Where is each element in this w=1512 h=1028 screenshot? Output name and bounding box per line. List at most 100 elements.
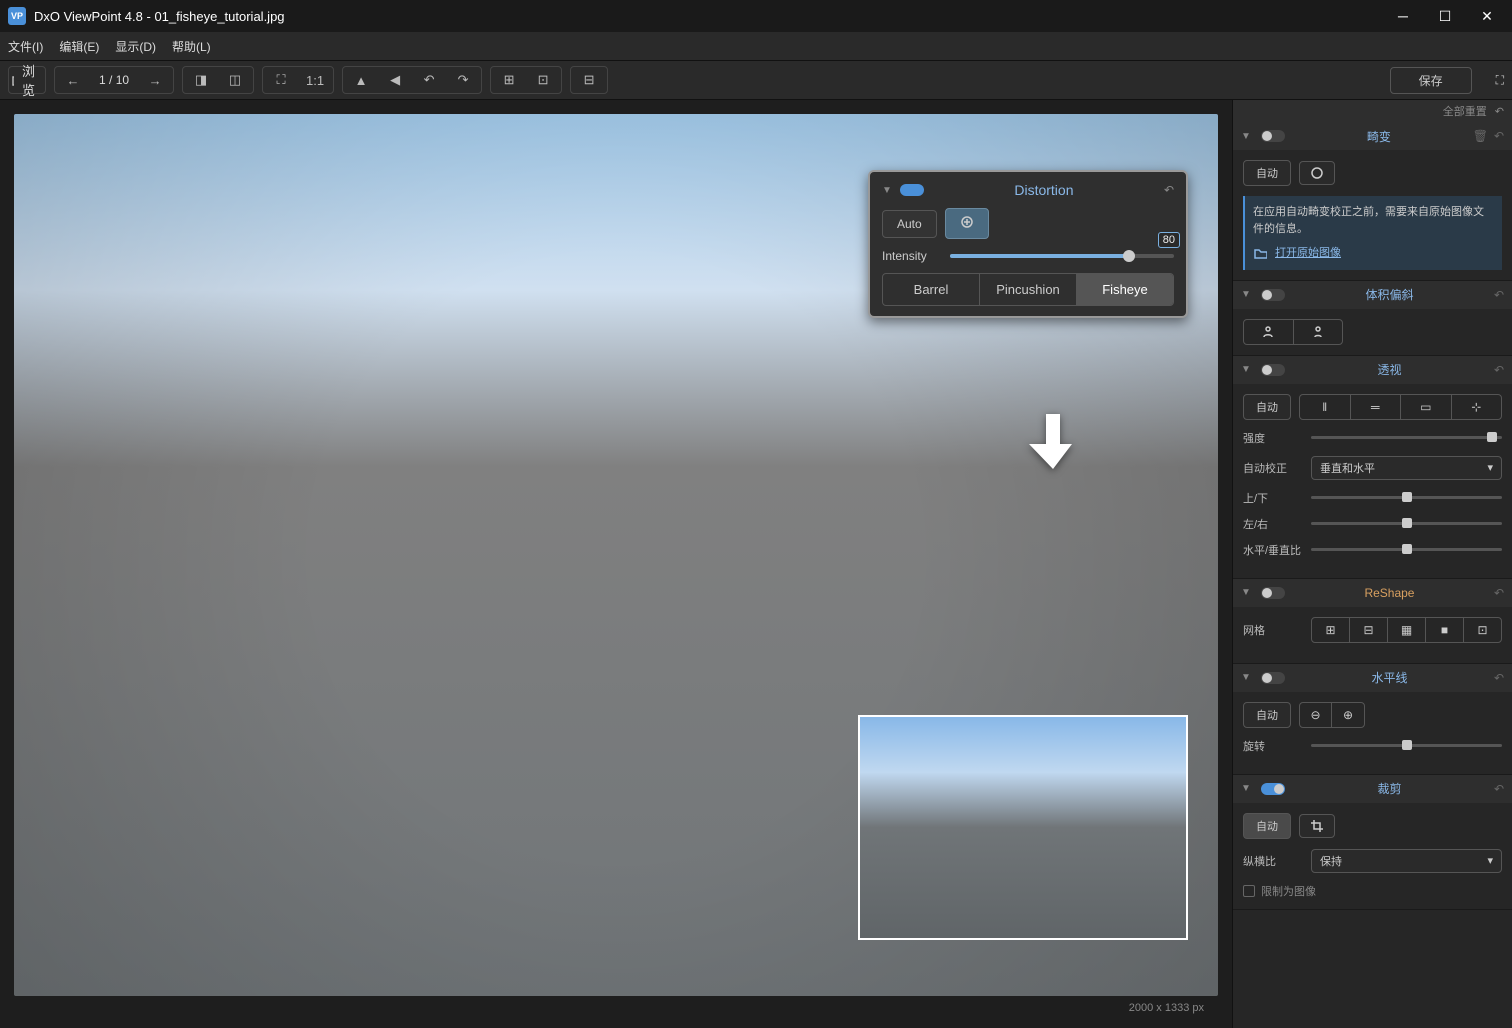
overlay-manual-button[interactable] xyxy=(945,208,989,239)
open-original-link[interactable]: 打开原始图像 xyxy=(1253,245,1494,262)
volume-toggle[interactable] xyxy=(1261,289,1285,301)
rotate-right-button[interactable]: ↷ xyxy=(447,68,479,92)
overlay-auto-button[interactable]: Auto xyxy=(882,210,937,238)
panel-reshape: ▼ ReShape ↶ 网格 ⊞ ⊟ ▦ ■ ⊡ xyxy=(1233,579,1512,664)
panel-horizon: ▼ 水平线 ↶ 自动 ⊖ ⊕ 旋转 xyxy=(1233,664,1512,775)
rotate-left-button[interactable]: ↶ xyxy=(413,68,445,92)
volume-title: 体积偏斜 xyxy=(1293,286,1486,303)
window-title: DxO ViewPoint 4.8 - 01_fisheye_tutorial.… xyxy=(34,9,285,24)
constrain-checkbox[interactable] xyxy=(1243,885,1255,897)
perspective-auto-button[interactable]: 自动 xyxy=(1243,394,1291,420)
image-canvas[interactable]: ▼ Distortion ↶ Auto Intensity xyxy=(14,114,1218,996)
horizon-rotate-slider[interactable] xyxy=(1311,744,1502,747)
status-bar: 2000 x 1333 px xyxy=(14,996,1218,1014)
volume-mode-b[interactable] xyxy=(1294,320,1343,344)
reset-all-button[interactable]: 全部重置 xyxy=(1443,103,1487,119)
zoom-1to1-button[interactable]: 1:1 xyxy=(299,68,331,92)
person-diag-icon xyxy=(1261,325,1275,339)
next-image-button[interactable]: → xyxy=(139,68,171,92)
crop-auto-button[interactable]: 自动 xyxy=(1243,813,1291,839)
horizon-tool-vertical[interactable]: ⊕ xyxy=(1332,703,1364,727)
persp-tool-rect[interactable]: ▭ xyxy=(1401,395,1452,419)
horizon-toggle[interactable] xyxy=(1261,672,1285,684)
intensity-slider[interactable]: 80 xyxy=(950,254,1174,258)
chevron-down-icon[interactable]: ▼ xyxy=(1241,289,1253,300)
reset-icon[interactable]: ↶ xyxy=(1495,105,1504,118)
reset-icon[interactable]: ↶ xyxy=(1494,129,1504,143)
maximize-button[interactable]: ☐ xyxy=(1436,7,1454,25)
compare-side-button[interactable]: ◨ xyxy=(185,68,217,92)
persp-tool-horizontal[interactable]: ═ xyxy=(1351,395,1402,419)
overlay-title: Distortion xyxy=(932,182,1156,198)
distortion-manual-button[interactable] xyxy=(1299,161,1335,185)
reset-icon[interactable]: ↶ xyxy=(1494,586,1504,600)
autocorrect-select[interactable]: 垂直和水平▾ xyxy=(1311,456,1502,480)
grid-5x5[interactable]: ▦ xyxy=(1388,618,1426,642)
undo-icon[interactable]: ↶ xyxy=(1164,183,1174,197)
reshape-toggle[interactable] xyxy=(1261,587,1285,599)
chevron-down-icon[interactable]: ▼ xyxy=(1241,587,1253,598)
persp-leftright-slider[interactable] xyxy=(1311,522,1502,525)
menu-view[interactable]: 显示(D) xyxy=(115,38,156,55)
menu-bar: 文件(I) 编辑(E) 显示(D) 帮助(L) xyxy=(0,32,1512,60)
info-button[interactable]: ⊟ xyxy=(573,68,605,92)
reset-icon[interactable]: ↶ xyxy=(1494,671,1504,685)
browse-button[interactable]: 浏览 xyxy=(11,68,43,92)
persp-updown-slider[interactable] xyxy=(1311,496,1502,499)
loupe-button[interactable]: ⊡ xyxy=(527,68,559,92)
save-button[interactable]: 保存 xyxy=(1390,67,1472,94)
flip-h-button[interactable]: ▲ xyxy=(345,68,377,92)
folder-icon xyxy=(1253,246,1267,260)
distortion-title: 畸变 xyxy=(1293,128,1465,145)
crop-toggle[interactable] xyxy=(1261,783,1285,795)
fullscreen-button[interactable]: ⛶ xyxy=(1496,73,1504,88)
perspective-toggle[interactable] xyxy=(1261,364,1285,376)
grid-solid[interactable]: ■ xyxy=(1426,618,1464,642)
panel-crop: ▼ 裁剪 ↶ 自动 纵横比 保持▾ xyxy=(1233,775,1512,910)
menu-help[interactable]: 帮助(L) xyxy=(172,38,211,55)
persp-intensity-slider[interactable] xyxy=(1311,436,1502,439)
tab-fisheye[interactable]: Fisheye xyxy=(1077,274,1173,305)
tab-pincushion[interactable]: Pincushion xyxy=(980,274,1077,305)
compare-split-button[interactable]: ◫ xyxy=(219,68,251,92)
chevron-down-icon[interactable]: ▼ xyxy=(1241,131,1253,142)
collapse-icon[interactable]: ▼ xyxy=(882,185,892,196)
close-button[interactable]: ✕ xyxy=(1478,7,1496,25)
ratio-select[interactable]: 保持▾ xyxy=(1311,849,1502,873)
persp-tool-vertical[interactable]: ‖ xyxy=(1300,395,1351,419)
persp-tool-8pt[interactable]: ⊹ xyxy=(1452,395,1502,419)
tab-barrel[interactable]: Barrel xyxy=(883,274,980,305)
horizon-auto-button[interactable]: 自动 xyxy=(1243,702,1291,728)
constrain-label: 限制为图像 xyxy=(1261,883,1316,899)
grid-3x3[interactable]: ⊞ xyxy=(1312,618,1350,642)
fit-button[interactable]: ⛶ xyxy=(265,68,297,92)
chevron-down-icon[interactable]: ▼ xyxy=(1241,672,1253,683)
reset-icon[interactable]: ↶ xyxy=(1494,363,1504,377)
grid-custom[interactable]: ⊡ xyxy=(1464,618,1501,642)
reset-icon[interactable]: ↶ xyxy=(1494,288,1504,302)
menu-file[interactable]: 文件(I) xyxy=(8,38,43,55)
chevron-down-icon[interactable]: ▼ xyxy=(1241,783,1253,794)
person-icon xyxy=(1311,325,1325,339)
chevron-down-icon[interactable]: ▼ xyxy=(1241,364,1253,375)
delete-icon[interactable]: 🗑 xyxy=(1473,129,1488,143)
reset-icon[interactable]: ↶ xyxy=(1494,782,1504,796)
intensity-label: 强度 xyxy=(1243,430,1303,446)
minimize-button[interactable]: ─ xyxy=(1394,7,1412,25)
crop-title: 裁剪 xyxy=(1293,780,1486,797)
crop-manual-button[interactable] xyxy=(1299,814,1335,838)
grid-4x4[interactable]: ⊟ xyxy=(1350,618,1388,642)
persp-hvratio-slider[interactable] xyxy=(1311,548,1502,551)
menu-edit[interactable]: 编辑(E) xyxy=(59,38,99,55)
distortion-auto-button[interactable]: 自动 xyxy=(1243,160,1291,186)
distortion-toggle[interactable] xyxy=(1261,130,1285,142)
flip-v-button[interactable]: ◀ xyxy=(379,68,411,92)
prev-image-button[interactable]: ← xyxy=(57,68,89,92)
grid-button[interactable]: ⊞ xyxy=(493,68,525,92)
volume-mode-a[interactable] xyxy=(1244,320,1294,344)
app-logo: VP xyxy=(8,7,26,25)
horizon-tool-level[interactable]: ⊖ xyxy=(1300,703,1332,727)
grid-label: 网格 xyxy=(1243,622,1303,638)
panel-toggle[interactable] xyxy=(900,184,924,196)
arrow-down-icon xyxy=(1028,414,1078,477)
